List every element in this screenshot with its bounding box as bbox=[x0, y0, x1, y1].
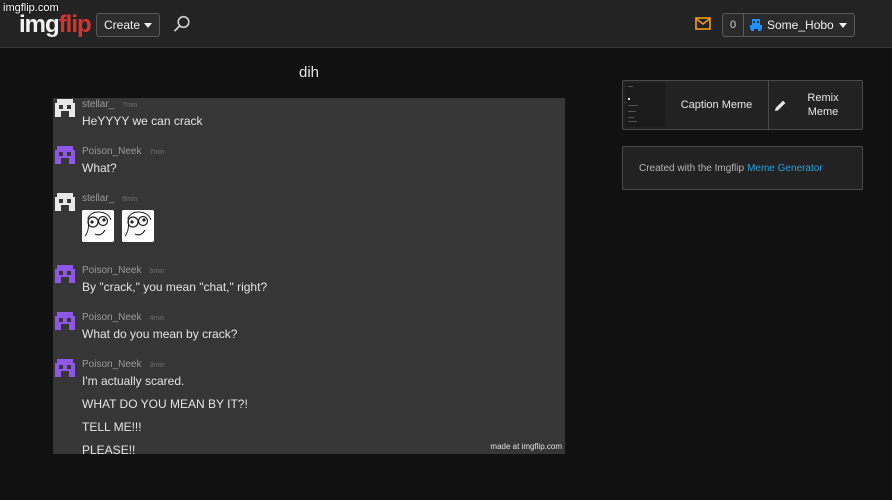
remix-label-line1: Remix bbox=[807, 92, 839, 104]
message-username: Poison_Neek bbox=[82, 312, 142, 323]
created-with-panel: Created with the Imgflip Meme Generator bbox=[622, 146, 863, 190]
meme-generator-link[interactable]: Meme Generator bbox=[747, 163, 823, 174]
meme-title: dih bbox=[298, 64, 320, 81]
message-username: Poison_Neek bbox=[82, 146, 142, 157]
message-text: TELL ME!!! bbox=[82, 420, 142, 434]
message-time: 4min bbox=[149, 315, 165, 322]
create-button[interactable]: Create bbox=[96, 13, 160, 37]
message-time: 7min bbox=[149, 149, 165, 156]
chevron-down-icon bbox=[144, 22, 153, 28]
meme-thumbnail[interactable] bbox=[625, 83, 665, 127]
message-time: 6min bbox=[149, 268, 165, 275]
chevron-down-icon bbox=[838, 22, 847, 28]
remix-label-line2: Meme bbox=[807, 106, 839, 118]
meme-image: stellar_ 7min HeYYYY we can crack Poison_… bbox=[53, 98, 565, 454]
create-label: Create bbox=[103, 18, 141, 32]
logo-part-flip: flip bbox=[58, 11, 92, 38]
message-header: Poison_Neek 4min bbox=[82, 312, 165, 323]
message-text: WHAT DO YOU MEAN BY IT?! bbox=[82, 397, 248, 411]
avatar-pixel-purple-icon bbox=[55, 312, 75, 330]
logo-part-img: img bbox=[19, 11, 60, 38]
avatar-pixel-white-icon bbox=[55, 99, 75, 117]
message-header: stellar_ 6min bbox=[82, 193, 137, 204]
message-text: PLEASE!! bbox=[82, 443, 136, 454]
made-at-watermark: made at imgflip.com bbox=[490, 442, 562, 451]
message-username: stellar_ bbox=[82, 193, 115, 204]
message-text: By "crack," you mean "chat," right? bbox=[82, 280, 268, 294]
remix-meme-button[interactable]: Remix Meme bbox=[768, 81, 862, 129]
message-time: 6min bbox=[122, 196, 138, 203]
message-text: What? bbox=[82, 161, 117, 175]
notification-count[interactable]: 0 bbox=[722, 13, 744, 37]
message-header: Poison_Neek 7min bbox=[82, 146, 165, 157]
message-username: Poison_Neek bbox=[82, 359, 142, 370]
imgflip-logo[interactable]: imgflip bbox=[19, 11, 92, 38]
username-label: Some_Hobo bbox=[767, 18, 834, 32]
caption-meme-label: Caption Meme bbox=[680, 99, 753, 111]
message-text: What do you mean by crack? bbox=[82, 327, 238, 341]
message-text: I'm actually scared. bbox=[82, 374, 185, 388]
user-icon bbox=[750, 19, 762, 31]
avatar-pixel-white-icon bbox=[55, 193, 75, 211]
message-header: stellar_ 7min bbox=[82, 99, 137, 110]
remix-meme-label: Remix Meme bbox=[795, 91, 851, 119]
message-username: Poison_Neek bbox=[82, 265, 142, 276]
avatar-pixel-purple-icon bbox=[55, 146, 75, 164]
avatar-pixel-purple-icon bbox=[55, 265, 75, 283]
top-navbar: imgflip Create 0 Some_Hobo bbox=[0, 0, 892, 48]
avatar-pixel-purple-icon bbox=[55, 359, 75, 377]
search-icon[interactable] bbox=[173, 15, 191, 33]
pencil-icon bbox=[775, 100, 786, 111]
mail-icon[interactable] bbox=[695, 17, 711, 30]
created-with-text: Created with the Imgflip bbox=[639, 162, 745, 174]
message-time: 3min bbox=[149, 362, 165, 369]
message-username: stellar_ bbox=[82, 99, 115, 110]
derp-face-icon bbox=[122, 210, 154, 242]
user-menu-button[interactable]: Some_Hobo bbox=[744, 13, 855, 37]
caption-meme-button[interactable]: Caption Meme bbox=[665, 81, 768, 129]
message-header: Poison_Neek 3min bbox=[82, 359, 165, 370]
message-header: Poison_Neek 6min bbox=[82, 265, 165, 276]
derp-face-icon bbox=[82, 210, 114, 242]
message-time: 7min bbox=[122, 102, 138, 109]
message-text: HeYYYY we can crack bbox=[82, 114, 203, 128]
imgflip-watermark: imgflip.com bbox=[3, 2, 59, 14]
meme-actions-panel: Caption Meme Remix Meme bbox=[622, 80, 863, 130]
